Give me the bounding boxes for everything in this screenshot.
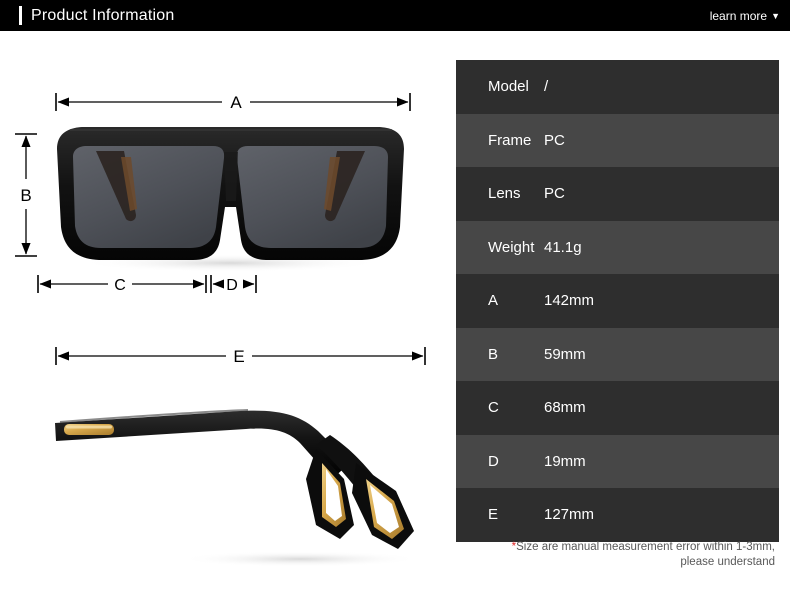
spec-label: E [488,506,499,524]
learn-more-label: learn more [709,8,768,23]
spec-value: 41.1g [544,238,582,256]
dimension-c-label: C [114,277,126,294]
table-row: C 68mm [456,381,779,435]
spec-value: 127mm [544,506,595,524]
spec-label: B [488,345,499,363]
spec-value: 19mm [544,452,586,470]
dimension-b: B [15,133,37,257]
table-row: E 127mm [456,488,779,542]
page-header: Product Information learn more ▼ [0,0,790,31]
temple-arm-main [55,410,350,479]
dimension-e-label: E [233,347,244,366]
table-row: A 142mm [456,274,779,328]
left-lens [73,146,225,248]
spec-value: 59mm [544,345,586,363]
bridge [224,152,238,201]
dimension-d: D [210,275,257,294]
dimension-c: C [37,275,207,294]
temple-tip-far [352,463,414,549]
temple-gold-highlight [66,425,112,429]
note-line-1: Size are manual measurement error within… [516,541,775,553]
spec-label: D [488,452,499,470]
header-accent-bar [19,6,22,25]
sunglasses-front-view [57,127,404,272]
right-lens [236,146,388,248]
spec-label: Frame [488,131,532,149]
table-row: D 19mm [456,434,779,488]
learn-more-button[interactable]: learn more ▼ [710,0,780,31]
spec-value: / [544,78,549,96]
chevron-down-icon: ▼ [771,11,780,21]
note-line-2: please understand [680,556,775,568]
table-row: Weight 41.1g [456,220,779,274]
spec-label: A [488,292,499,310]
spec-label: Weight [488,238,535,256]
table-row: Model / [456,60,779,114]
measurement-note: *Size are manual measurement error withi… [456,540,779,570]
product-diagram-panel: A B C D E [0,31,450,599]
dimension-e: E [55,347,426,366]
table-row: Lens PC [456,167,779,221]
specification-table: Model / Frame PC Lens PC Weight 41.1g A … [456,60,779,542]
table-row: B 59mm [456,327,779,381]
page-title: Product Information [31,7,175,24]
spec-value: 68mm [544,399,586,417]
spec-label: Model [488,78,529,96]
dimension-a: A [55,93,411,112]
sunglasses-dimension-diagram: A B C D E [15,93,426,567]
sunglasses-side-view [55,409,420,567]
dimension-d-label: D [226,277,238,294]
dimension-b-label: B [20,186,31,205]
spec-value: PC [544,185,565,203]
dimension-a-label: A [230,93,242,112]
spec-label: C [488,399,499,417]
table-row: Frame PC [456,113,779,167]
spec-value: 142mm [544,292,595,310]
spec-label: Lens [488,185,521,203]
spec-value: PC [544,131,565,149]
